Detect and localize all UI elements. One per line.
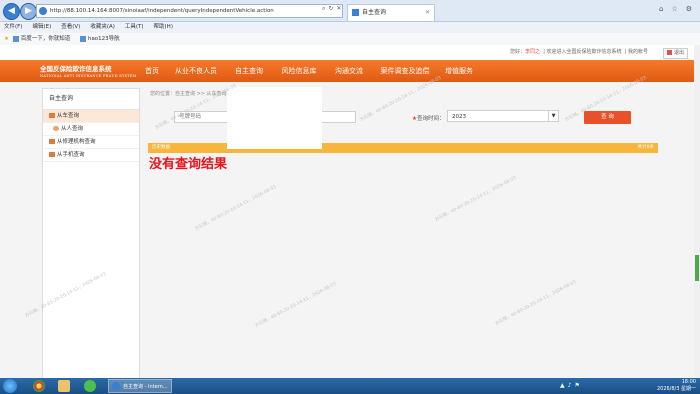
result-header-left: 历史数据 (152, 145, 170, 150)
chrome-icon[interactable] (33, 380, 45, 392)
query-time-label: ★查询时间： (412, 116, 445, 122)
tab-title: 自主查询 (362, 9, 387, 16)
system-tray-icons[interactable]: ▲♪⚑ (560, 382, 583, 389)
nav-value-added[interactable]: 增值服务 (442, 60, 476, 82)
window-controls[interactable]: ⌂ ☆ ⚙ (651, 5, 692, 13)
no-result-message: 没有查询结果 (149, 157, 228, 172)
result-count: 共计0条 (637, 145, 654, 150)
my-account-link[interactable]: 我的帐号 (628, 49, 648, 55)
nav-case-investigation[interactable]: 案件调查及追偿 (378, 60, 432, 82)
site-logo[interactable]: 全国反保险欺诈信息系统 NATIONAL ANTI INSURANCE FRAU… (40, 63, 137, 78)
forward-button[interactable]: ▶ (20, 3, 37, 20)
logout-button[interactable]: 退出 (662, 48, 688, 59)
nav-communication[interactable]: 沟通交流 (332, 60, 366, 82)
close-icon: ✕ (336, 5, 345, 12)
wechat-icon[interactable] (84, 380, 96, 392)
sidebar-title: 自主查询 (43, 89, 139, 110)
clock-date: 2026/8/3 星期一 (656, 386, 696, 392)
menu-view[interactable]: 查看(V) (61, 24, 80, 30)
query-button[interactable]: 查 询 (584, 111, 631, 124)
clock[interactable]: 18:00 2026/8/3 星期一 (657, 378, 696, 393)
clock-time: 18:00 (681, 379, 696, 385)
fav-hao123[interactable]: hao123导航 (79, 35, 120, 42)
site-top-strip: 您好：李同之 | 欢迎进入全国反保险欺诈信息系统 | 我的帐号 退出 (0, 45, 700, 61)
menu-tools[interactable]: 工具(T) (125, 24, 144, 30)
year-select[interactable]: 2023 ▼ (447, 110, 559, 122)
ie-icon (112, 382, 120, 390)
hao123-icon (79, 35, 86, 42)
settings-icon: ⚙ (685, 5, 692, 13)
start-button[interactable] (3, 379, 17, 393)
address-url: http://88.100.14.164:8007/sinoiaaf/indep… (50, 8, 274, 14)
sidebar-item-repair-shop[interactable]: 从修理机构查询 (43, 136, 139, 149)
person-icon (53, 126, 59, 131)
username: 李同之 (525, 49, 541, 55)
sidebar: 自主查询 从车查询 从人查询 从修理机构查询 从手机查询 (42, 88, 140, 380)
sidebar-item-person[interactable]: 从人查询 (43, 123, 139, 136)
flag-icon: ⚑ (574, 382, 583, 389)
nav-bad-personnel[interactable]: 从业不良人员 (172, 60, 220, 82)
address-bar[interactable]: http://88.100.14.164:8007/sinoiaaf/indep… (36, 4, 343, 18)
result-header: 历史数据 共计0条 (148, 143, 658, 153)
favorites-icon: ☆ (671, 5, 678, 13)
redaction-mask (227, 87, 322, 149)
menu-help[interactable]: 帮助(H) (154, 24, 173, 30)
tab-close-icon[interactable]: ✕ (425, 5, 430, 21)
fav-baidu[interactable]: 百度一下，你就知道 (12, 35, 70, 42)
sidebar-item-phone[interactable]: 从手机查询 (43, 149, 139, 162)
taskbar-ie-task[interactable]: 自主查询 - Intern... (108, 379, 172, 393)
ie-page-icon (39, 6, 47, 15)
page-scrollbar[interactable] (694, 45, 700, 378)
watermark: 方石晓，40-80-20-20-14-11，2026-08-03 (254, 281, 338, 330)
taskbar: 自主查询 - Intern... ▲♪⚑ 18:00 2026/8/3 星期一 (0, 378, 700, 394)
browser-toolbar: ◀ ▶ http://88.100.14.164:8007/sinoiaaf/i… (0, 0, 700, 22)
chevron-down-icon: ▼ (548, 111, 558, 121)
watermark: 方石晓，40-80-20-20-14-11，2026-08-03 (494, 279, 578, 328)
watermark: 方石晓，40-80-20-20-14-11，2026-08-03 (434, 175, 518, 224)
tab-page-icon (352, 9, 359, 16)
scrollbar-thumb[interactable] (695, 255, 699, 281)
nav-home[interactable]: 首页 (140, 60, 164, 82)
baidu-icon (12, 35, 19, 42)
menu-file[interactable]: 文件(F) (4, 24, 22, 30)
menu-edit[interactable]: 编辑(E) (32, 24, 51, 30)
back-button[interactable]: ◀ (3, 3, 20, 20)
browser-tab[interactable]: 自主查询 ✕ (347, 4, 435, 21)
welcome-text: 欢迎进入全国反保险欺诈信息系统 (546, 49, 622, 55)
menu-bar: 文件(F) 编辑(E) 查看(V) 收藏夹(A) 工具(T) 帮助(H) (0, 22, 700, 33)
folder-icon[interactable] (58, 380, 70, 392)
phone-icon (49, 152, 55, 157)
car-icon (49, 113, 55, 118)
user-info: 您好：李同之 | 欢迎进入全国反保险欺诈信息系统 | 我的帐号 (510, 49, 648, 55)
network-icon: ▲ (560, 382, 568, 389)
sidebar-item-vehicle[interactable]: 从车查询 (43, 110, 139, 123)
main-nav: 全国反保险欺诈信息系统 NATIONAL ANTI INSURANCE FRAU… (0, 60, 700, 82)
menu-favorites[interactable]: 收藏夹(A) (90, 24, 115, 30)
home-icon: ⌂ (658, 5, 664, 13)
favorites-star-icon[interactable]: ★ (4, 33, 9, 45)
watermark: 方石晓，40-80-20-20-14-11，2026-08-03 (194, 184, 278, 233)
nav-self-query[interactable]: 自主查询 (232, 60, 266, 82)
repair-shop-icon (49, 139, 55, 144)
logout-icon (666, 50, 672, 55)
year-select-value: 2023 (452, 114, 466, 120)
nav-risk-db[interactable]: 风险信息库 (278, 60, 320, 82)
address-tools[interactable]: ⌕↻✕ (322, 5, 344, 13)
